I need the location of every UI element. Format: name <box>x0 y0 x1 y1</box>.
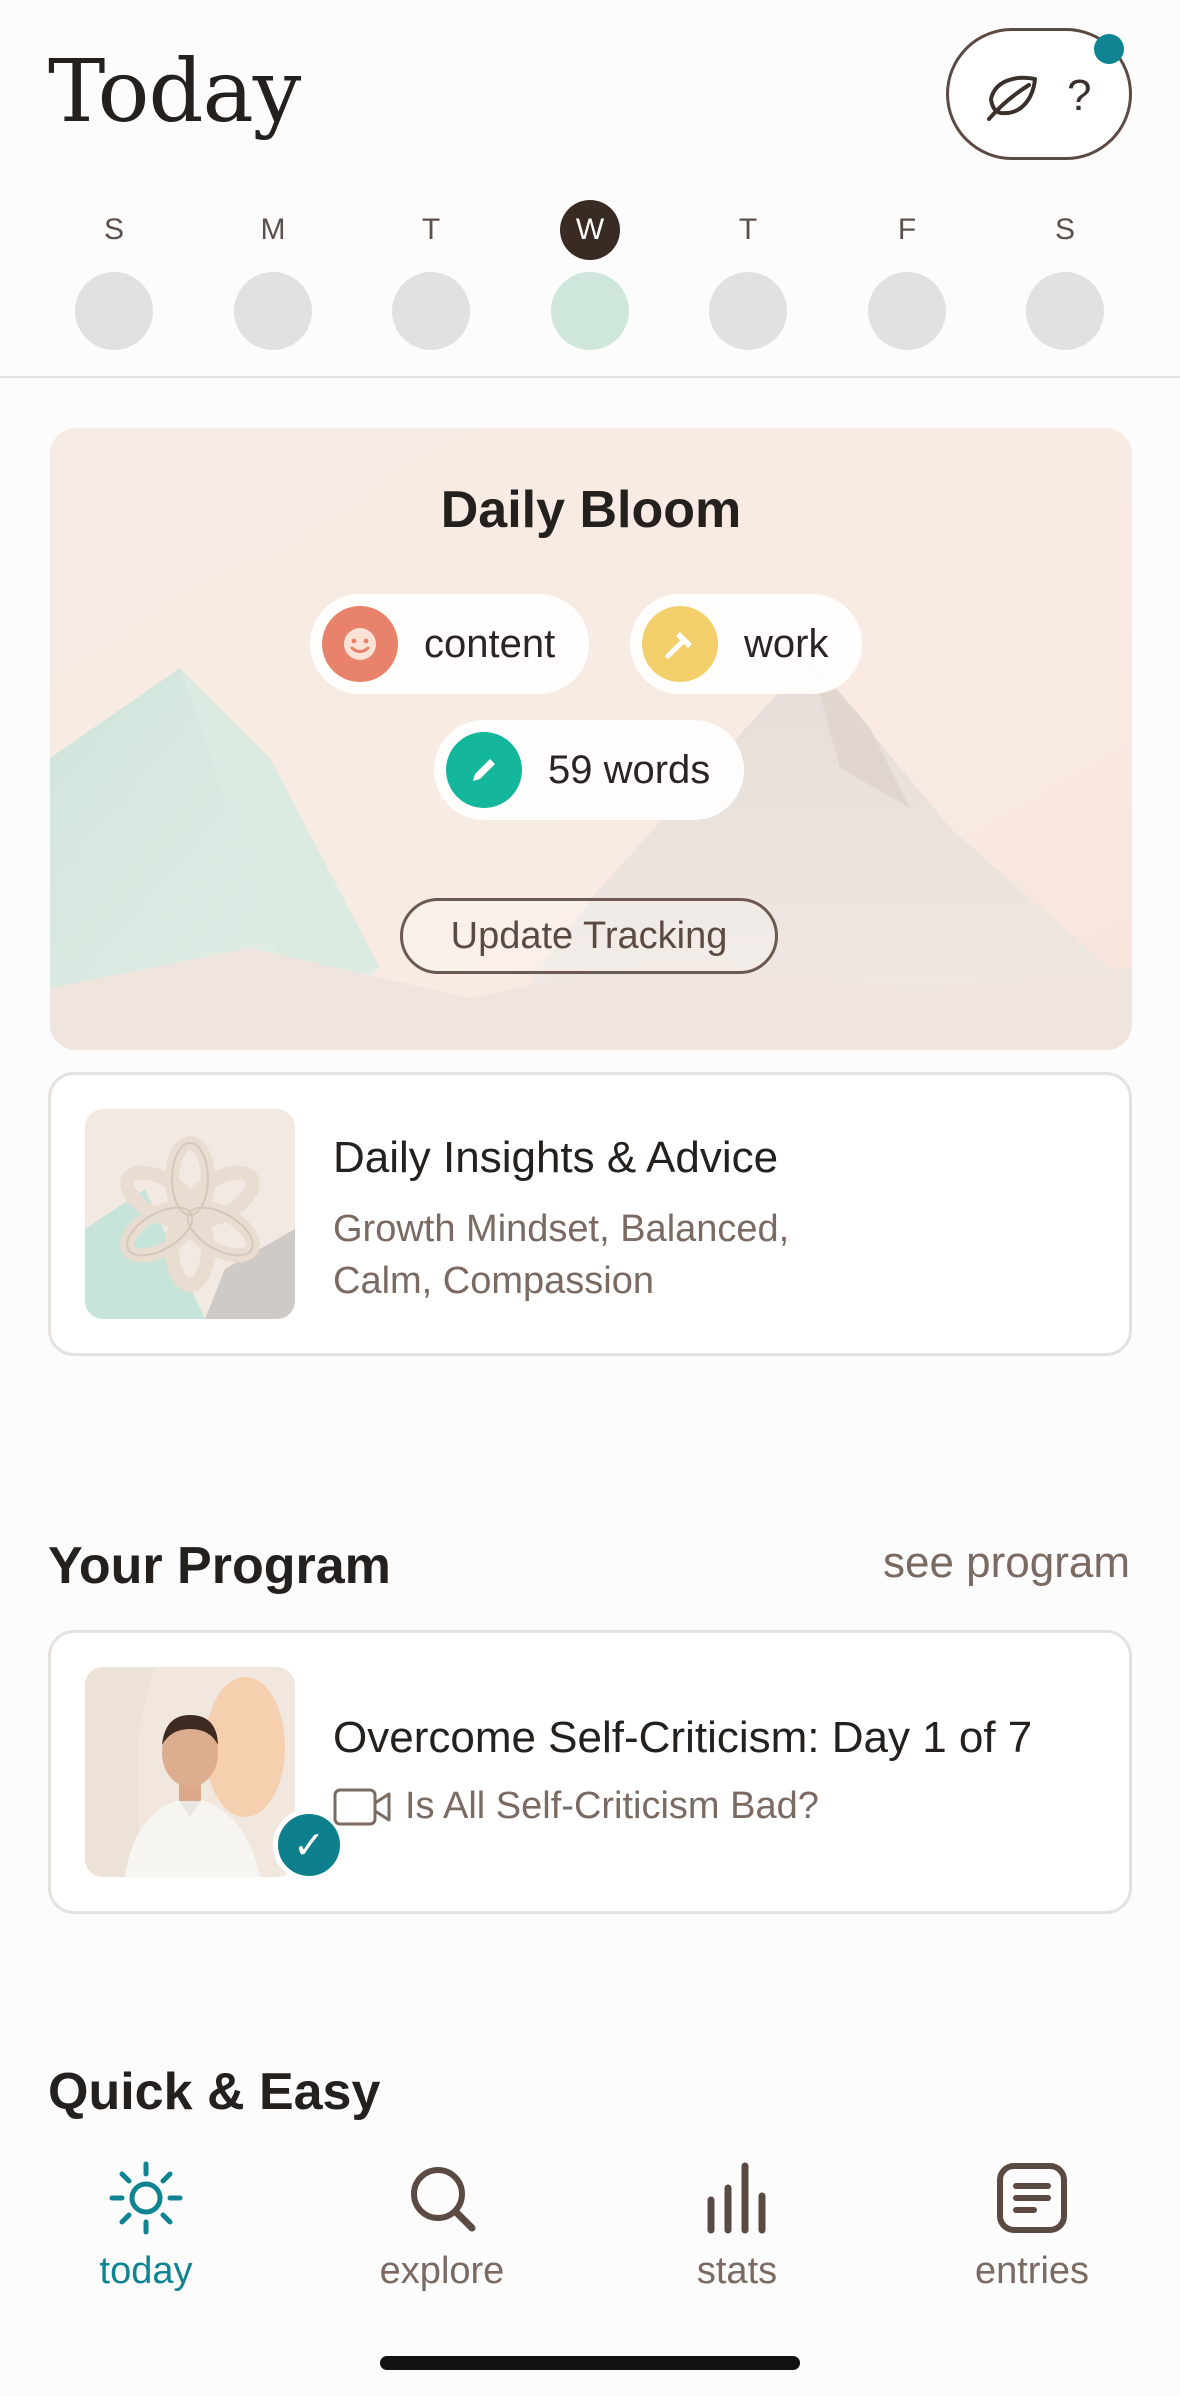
search-icon <box>411 2167 476 2232</box>
mood-label: content <box>424 621 556 666</box>
day-circle <box>709 272 787 350</box>
day-letter: M <box>260 213 286 246</box>
update-tracking-button[interactable]: Update Tracking <box>400 898 778 974</box>
your-program-heading: Your Program <box>48 1537 391 1595</box>
daily-bloom-card[interactable]: Daily Bloom content work 59 words Update… <box>50 428 1132 1050</box>
day-thursday[interactable]: T <box>708 200 788 350</box>
help-question-mark: ? <box>1067 71 1092 120</box>
program-title: Overcome Self-Criticism: Day 1 of 7 <box>333 1713 1033 1762</box>
day-letter: S <box>1054 213 1075 246</box>
day-saturday[interactable]: S <box>1025 200 1105 350</box>
day-letter: T <box>421 213 441 246</box>
nav-stats-label: stats <box>696 2250 778 2292</box>
quick-easy-heading: Quick & Easy <box>48 2063 381 2121</box>
day-letter: S <box>103 213 124 246</box>
day-tuesday[interactable]: T <box>391 200 471 350</box>
week-strip: S M T W T F S <box>0 200 1180 360</box>
page-title: Today <box>48 42 301 142</box>
insights-thumbnail <box>85 1109 295 1319</box>
day-circle-today <box>551 272 629 350</box>
day-wednesday[interactable]: W <box>550 200 630 350</box>
program-card[interactable]: ✓ Overcome Self-Criticism: Day 1 of 7 Is… <box>48 1630 1132 1914</box>
nav-today[interactable]: today <box>46 2160 246 2293</box>
day-circle <box>868 272 946 350</box>
insights-subtitle: Growth Mindset, Balanced, Calm, Compassi… <box>333 1208 790 1302</box>
pencil-icon <box>446 732 522 808</box>
header: Today ? S M T W T F S <box>0 0 1180 378</box>
bar-chart-icon <box>707 2162 766 2234</box>
video-camera-icon <box>333 1788 391 1825</box>
insights-title: Daily Insights & Advice <box>333 1133 779 1182</box>
home-indicator <box>380 2356 800 2370</box>
day-circle <box>392 272 470 350</box>
nav-today-label: today <box>99 2250 193 2292</box>
journal-entries-icon <box>997 2163 1067 2233</box>
nav-entries-label: entries <box>974 2250 1090 2292</box>
nav-stats[interactable]: stats <box>637 2160 837 2293</box>
activity-tag[interactable]: work <box>630 594 863 694</box>
program-lesson-label: Is All Self-Criticism Bad? <box>405 1785 819 1827</box>
day-letter: F <box>897 213 917 246</box>
day-circle <box>234 272 312 350</box>
see-program-link[interactable]: see program <box>883 1538 1130 1588</box>
nav-explore[interactable]: explore <box>342 2160 542 2293</box>
notification-dot <box>1094 34 1124 64</box>
day-letter-today: W <box>560 200 620 260</box>
leaf-icon <box>987 75 1037 121</box>
mood-tag[interactable]: content <box>310 594 590 694</box>
daily-bloom-title: Daily Bloom <box>440 481 742 539</box>
day-sunday[interactable]: S <box>74 200 154 350</box>
day-friday[interactable]: F <box>867 200 947 350</box>
activity-label: work <box>744 621 829 666</box>
nav-explore-label: explore <box>379 2250 505 2292</box>
word-count-label: 59 words <box>548 747 711 792</box>
day-circle <box>75 272 153 350</box>
day-circle <box>1026 272 1104 350</box>
sun-icon <box>109 2161 183 2235</box>
word-count-tag[interactable]: 59 words <box>434 720 745 820</box>
smiley-icon <box>322 606 398 682</box>
nav-entries[interactable]: entries <box>932 2160 1132 2293</box>
day-monday[interactable]: M <box>233 200 313 350</box>
program-lesson: Is All Self-Criticism Bad? <box>333 1785 819 1828</box>
daily-insights-card[interactable]: Daily Insights & Advice Growth Mindset, … <box>48 1072 1132 1356</box>
program-thumbnail <box>85 1667 295 1877</box>
day-letter: T <box>738 213 758 246</box>
hammer-icon <box>642 606 718 682</box>
